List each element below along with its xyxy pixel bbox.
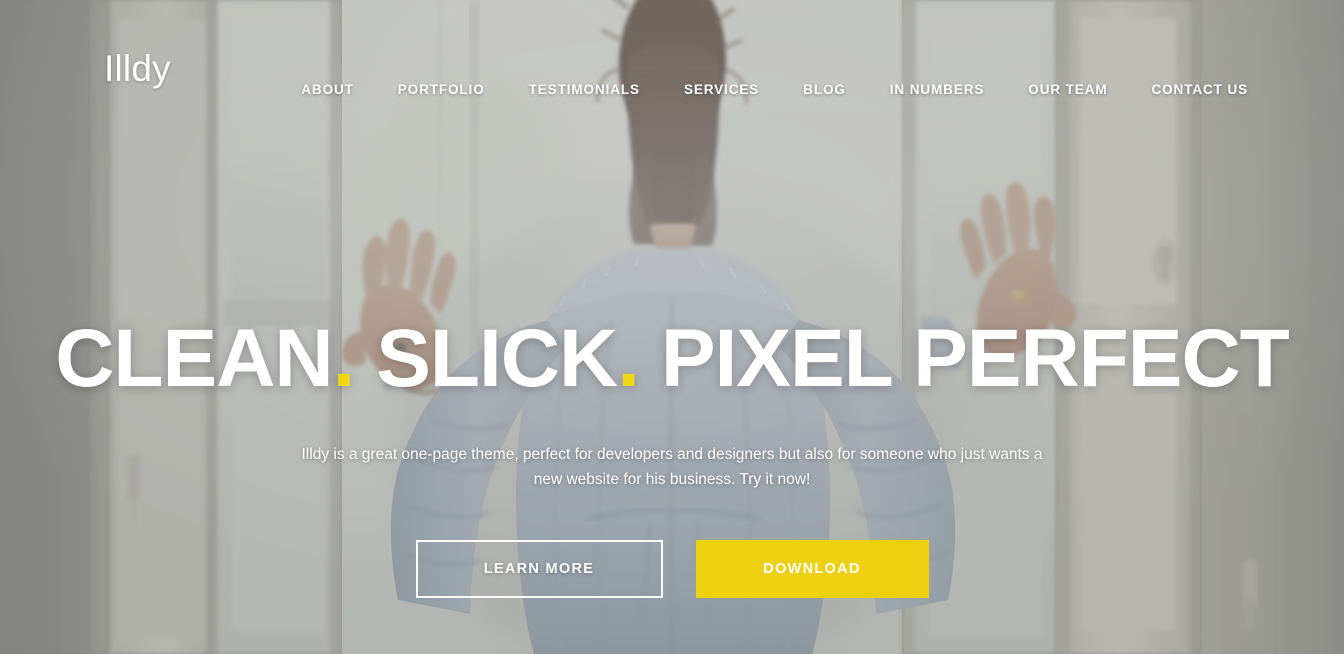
nav-item-portfolio[interactable]: PORTFOLIO (398, 76, 485, 103)
site-header: Illdy ABOUT PORTFOLIO TESTIMONIALS SERVI… (0, 0, 1344, 130)
nav-item-about[interactable]: ABOUT (301, 76, 354, 103)
primary-nav: ABOUT PORTFOLIO TESTIMONIALS SERVICES BL… (171, 76, 1248, 103)
hero-title-dot-1: . (332, 313, 356, 404)
hero-section: Illdy ABOUT PORTFOLIO TESTIMONIALS SERVI… (0, 0, 1344, 654)
nav-item-services[interactable]: SERVICES (684, 76, 759, 103)
hero-actions: LEARN MORE DOWNLOAD (415, 540, 929, 599)
download-button[interactable]: DOWNLOAD (695, 540, 929, 599)
nav-item-blog[interactable]: BLOG (803, 76, 846, 103)
hero-title-word-slick: SLICK (354, 313, 618, 404)
learn-more-button[interactable]: LEARN MORE (415, 540, 663, 599)
hero-title-word-clean: CLEAN (55, 313, 333, 404)
brand-logo[interactable]: Illdy (104, 50, 171, 87)
nav-item-in-numbers[interactable]: IN NUMBERS (890, 76, 985, 103)
hero-title-word-pixel-perfect: PIXEL PERFECT (639, 313, 1290, 404)
hero-title: CLEAN. SLICK. PIXEL PERFECT (55, 318, 1290, 400)
nav-item-our-team[interactable]: OUR TEAM (1028, 76, 1107, 103)
hero-title-dot-2: . (617, 313, 640, 404)
hero-subtitle: Illdy is a great one-page theme, perfect… (301, 446, 1043, 489)
nav-item-contact-us[interactable]: CONTACT US (1152, 76, 1249, 103)
nav-item-testimonials[interactable]: TESTIMONIALS (529, 76, 640, 103)
